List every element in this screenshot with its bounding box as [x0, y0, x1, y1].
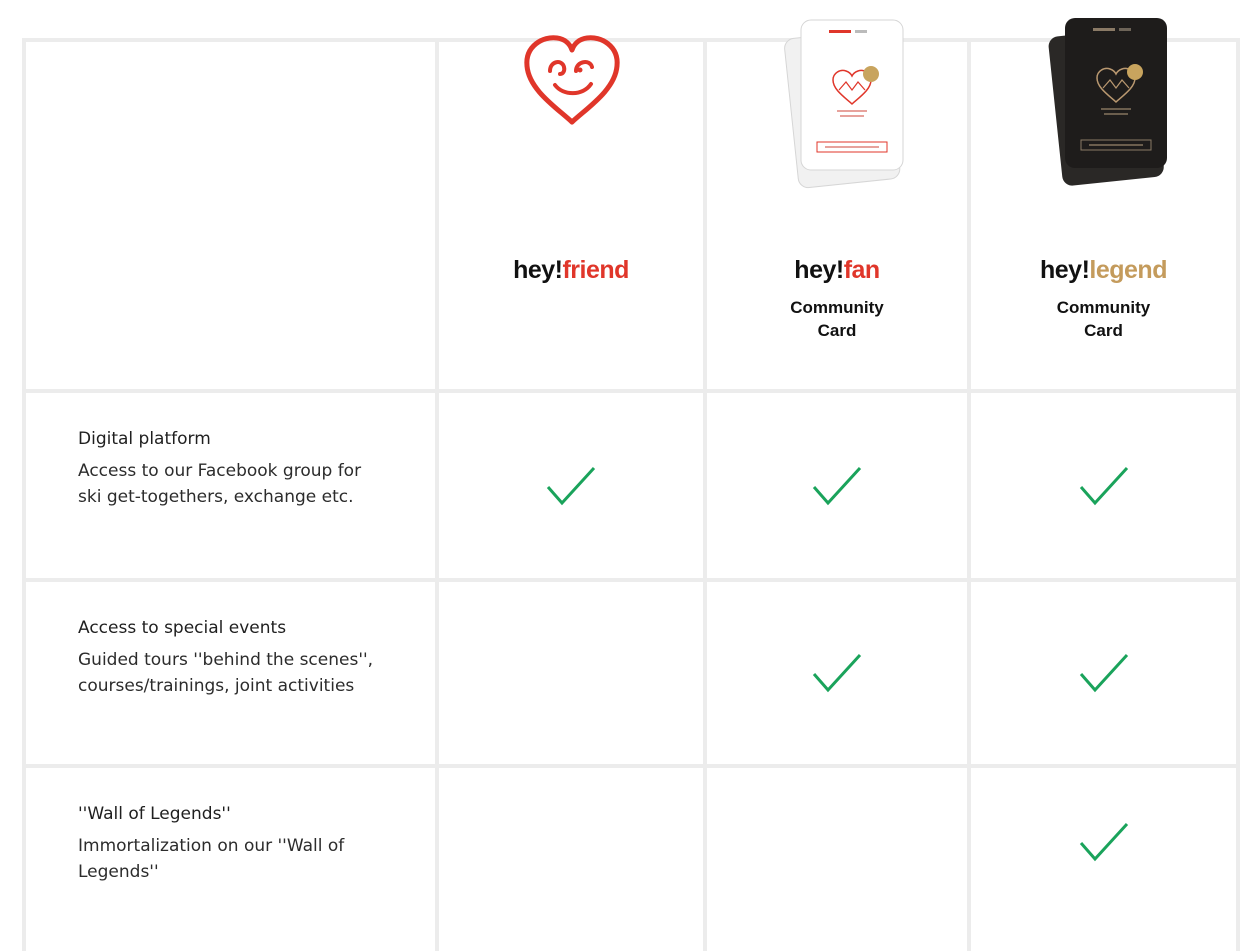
cell-legend-wall-of-legends [971, 768, 1236, 951]
feature-row-special-events: Access to special events Guided tours ''… [26, 582, 435, 764]
fan-community-card-image [784, 19, 904, 189]
cell-fan-wall-of-legends [707, 768, 967, 951]
checkmark-icon [812, 466, 862, 505]
cell-fan-digital-platform [707, 393, 967, 578]
column-header-fan: hey!fan Community Card [707, 19, 967, 389]
comparison-table: hey!friend hey!fan Community Card hey!le… [22, 18, 1240, 951]
feature-title: ''Wall of Legends'' [78, 804, 231, 824]
cell-legend-digital-platform [971, 393, 1236, 578]
cell-friend-special-events [439, 582, 703, 764]
smiling-heart-icon [524, 35, 620, 125]
legend-subtitle: Community Card [1056, 298, 1151, 340]
checkmark-icon [546, 466, 596, 505]
feature-description: Guided tours ''behind the scenes'', cour… [78, 650, 374, 696]
checkmark-icon [1079, 653, 1128, 693]
column-header-legend: hey!legend Community Card [971, 18, 1236, 389]
checkmark-icon [812, 653, 862, 693]
checkmark-icon [1079, 822, 1128, 861]
header-empty-cell [26, 42, 435, 389]
cell-friend-digital-platform [439, 393, 703, 578]
feature-description: Immortalization on our ''Wall of Legends… [78, 836, 345, 882]
feature-description: Access to our Facebook group for ski get… [78, 461, 362, 507]
brand-fan: hey!fan [794, 256, 880, 284]
feature-title: Access to special events [78, 618, 287, 638]
feature-row-digital-platform: Digital platform Access to our Facebook … [26, 393, 435, 578]
column-header-friend: hey!friend [439, 35, 703, 389]
fan-subtitle: Community Card [790, 298, 884, 340]
cell-legend-special-events [971, 582, 1236, 764]
brand-friend: hey!friend [513, 256, 629, 284]
brand-legend: hey!legend [1040, 256, 1167, 284]
checkmark-icon [1079, 466, 1128, 505]
feature-row-wall-of-legends: ''Wall of Legends'' Immortalization on o… [26, 768, 435, 951]
cell-fan-special-events [707, 582, 967, 764]
cell-friend-wall-of-legends [439, 768, 703, 951]
legend-community-card-image [1048, 18, 1167, 186]
feature-title: Digital platform [78, 429, 211, 449]
